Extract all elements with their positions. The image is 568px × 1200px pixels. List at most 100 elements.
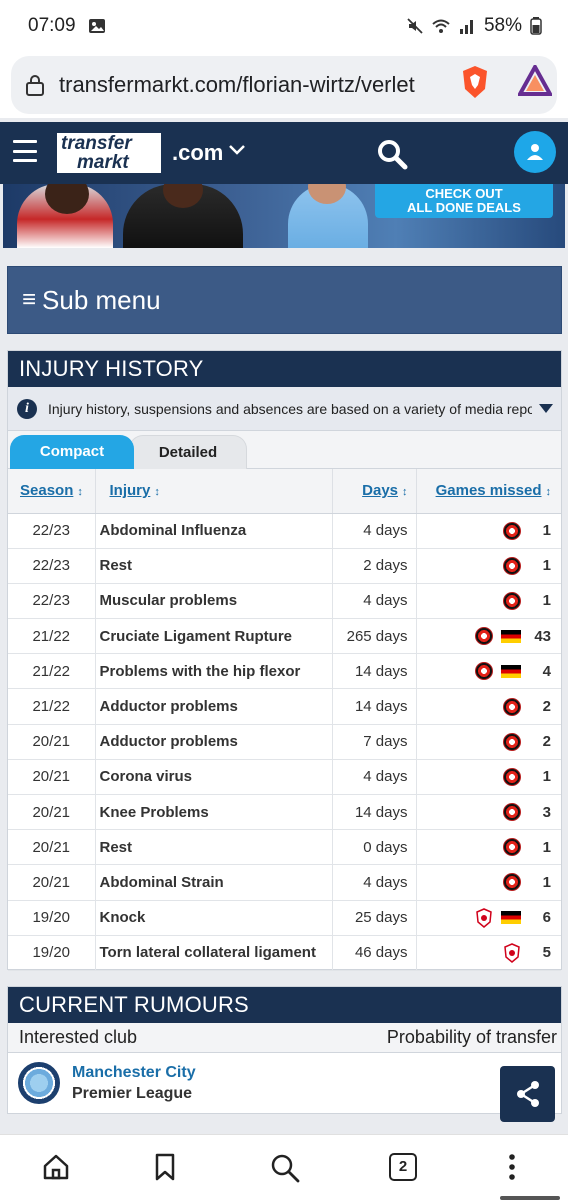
battery-percent: 58%	[483, 15, 522, 36]
koln-crest-icon	[504, 943, 520, 963]
cell-days: 4 days	[332, 864, 417, 901]
info-disclaimer[interactable]: i Injury history, suspensions and absenc…	[8, 387, 561, 431]
column-header-season[interactable]: Season ↕	[8, 469, 96, 514]
menu-icon[interactable]	[13, 140, 37, 162]
cell-games-missed: 3	[416, 794, 561, 831]
cell-games-missed: 6	[416, 900, 561, 936]
tab-compact[interactable]: Compact	[10, 435, 134, 469]
cell-games-missed: 5	[416, 935, 561, 971]
user-avatar-button[interactable]	[514, 131, 556, 173]
table-row: 20/21 Corona virus 4 days 1	[8, 759, 561, 796]
info-text: Injury history, suspensions and absences…	[48, 400, 532, 417]
table-row: 20/21 Knee Problems 14 days 3	[8, 794, 561, 831]
injury-history-section: INJURY HISTORY i Injury history, suspens…	[7, 350, 562, 971]
cell-games-missed: 1	[416, 583, 561, 620]
section-title: CURRENT RUMOURS	[8, 987, 561, 1023]
cell-injury: Adductor problems	[95, 724, 333, 760]
column-label: Games missed	[435, 482, 542, 500]
domain-selector[interactable]: .com	[172, 140, 223, 166]
caret-down-icon[interactable]	[539, 404, 553, 413]
browser-toolbar: transfermarkt.com/florian-wirtz/verlet	[0, 52, 568, 118]
table-row: 20/21 Adductor problems 7 days 2	[8, 724, 561, 760]
column-label: Days	[362, 482, 398, 500]
search-icon[interactable]	[270, 1153, 300, 1183]
cell-injury: Knee Problems	[95, 794, 333, 831]
table-row: 22/23 Muscular problems 4 days 1	[8, 583, 561, 620]
battery-icon	[530, 17, 542, 35]
share-icon	[516, 1081, 539, 1107]
table-row: 22/23 Abdominal Influenza 4 days 1	[8, 513, 561, 549]
tab-detailed[interactable]: Detailed	[129, 435, 247, 469]
games-count: 1	[542, 592, 551, 610]
cell-days: 4 days	[332, 513, 417, 549]
cell-days: 25 days	[332, 900, 417, 936]
table-row: 22/23 Rest 2 days 1	[8, 548, 561, 584]
cell-days: 14 days	[332, 688, 417, 725]
col-interested-club: Interested club	[19, 1027, 138, 1047]
cell-season: 22/23	[8, 583, 96, 620]
games-count: 6	[542, 909, 551, 927]
cell-games-missed: 1	[416, 759, 561, 796]
info-icon: i	[17, 398, 37, 419]
games-count: 1	[542, 838, 551, 856]
table-row: 20/21 Abdominal Strain 4 days 1	[8, 864, 561, 901]
cell-injury: Abdominal Influenza	[95, 513, 333, 549]
logo-line1: transfer	[61, 133, 132, 154]
leverkusen-crest-icon	[503, 873, 521, 892]
games-count: 1	[542, 557, 551, 575]
cell-season: 19/20	[8, 935, 96, 971]
rumour-item[interactable]: Manchester City Premier League	[8, 1053, 561, 1113]
site-header: transfer markt .com	[0, 122, 568, 184]
brave-shield-icon[interactable]	[460, 65, 490, 99]
gesture-handle	[500, 1196, 560, 1200]
table-row: 21/22 Problems with the hip flexor 14 days…	[8, 653, 561, 690]
column-header-games-missed[interactable]: Games missed ↕	[416, 469, 561, 514]
sort-icon: ↕	[402, 486, 408, 499]
cell-games-missed: 2	[416, 724, 561, 760]
search-icon[interactable]	[376, 138, 408, 170]
leverkusen-crest-icon	[475, 627, 493, 646]
cell-season: 19/20	[8, 900, 96, 936]
column-header-days[interactable]: Days ↕	[332, 469, 417, 514]
games-count: 1	[542, 873, 551, 891]
tabs-button[interactable]: 2	[389, 1153, 417, 1181]
table-row: 19/20 Knock 25 days 6	[8, 900, 561, 936]
site-logo[interactable]: transfer markt	[55, 131, 163, 175]
column-label: Season	[20, 482, 74, 500]
leverkusen-crest-icon	[503, 767, 521, 786]
status-time: 07:09	[28, 15, 76, 36]
cell-injury: Torn lateral collateral ligament	[95, 935, 333, 971]
home-icon[interactable]	[42, 1153, 70, 1181]
table-row: 19/20 Torn lateral collateral ligament 46 …	[8, 935, 561, 971]
sub-menu-button[interactable]: ≡ Sub menu	[7, 266, 562, 334]
promo-banner[interactable]: CHECK OUT ALL DONE DEALS	[3, 184, 565, 248]
signal-icon	[459, 20, 473, 34]
brave-rewards-icon[interactable]	[518, 65, 552, 97]
table-row: 20/21 Rest 0 days 1	[8, 829, 561, 866]
leverkusen-crest-icon	[503, 591, 521, 610]
cell-season: 21/22	[8, 653, 96, 690]
column-header-injury[interactable]: Injury ↕	[95, 469, 333, 514]
bookmark-icon[interactable]	[153, 1153, 177, 1181]
cell-days: 46 days	[332, 935, 417, 971]
cell-season: 20/21	[8, 759, 96, 796]
club-link[interactable]: Manchester City	[72, 1064, 196, 1082]
browser-bottom-nav: 2	[0, 1134, 568, 1200]
more-options-icon[interactable]	[504, 1153, 520, 1181]
cell-season: 21/22	[8, 688, 96, 725]
cell-days: 4 days	[332, 759, 417, 796]
cell-days: 14 days	[332, 653, 417, 690]
cta-line2: ALL DONE DEALS	[407, 200, 521, 215]
cell-injury: Rest	[95, 548, 333, 584]
table-row: 21/22 Adductor problems 14 days 2	[8, 688, 561, 725]
germany-flag-icon	[501, 911, 521, 925]
injury-table: Season ↕ Injury ↕ Days ↕ Games missed ↕ 22/2…	[8, 469, 561, 971]
chevron-down-icon[interactable]	[228, 144, 246, 156]
cell-injury: Adductor problems	[95, 688, 333, 725]
sort-icon: ↕	[77, 486, 83, 499]
cell-days: 14 days	[332, 794, 417, 831]
germany-flag-icon	[501, 629, 521, 643]
cell-days: 2 days	[332, 548, 417, 584]
all-done-deals-button[interactable]: CHECK OUT ALL DONE DEALS	[375, 184, 553, 218]
share-button[interactable]	[500, 1066, 555, 1122]
